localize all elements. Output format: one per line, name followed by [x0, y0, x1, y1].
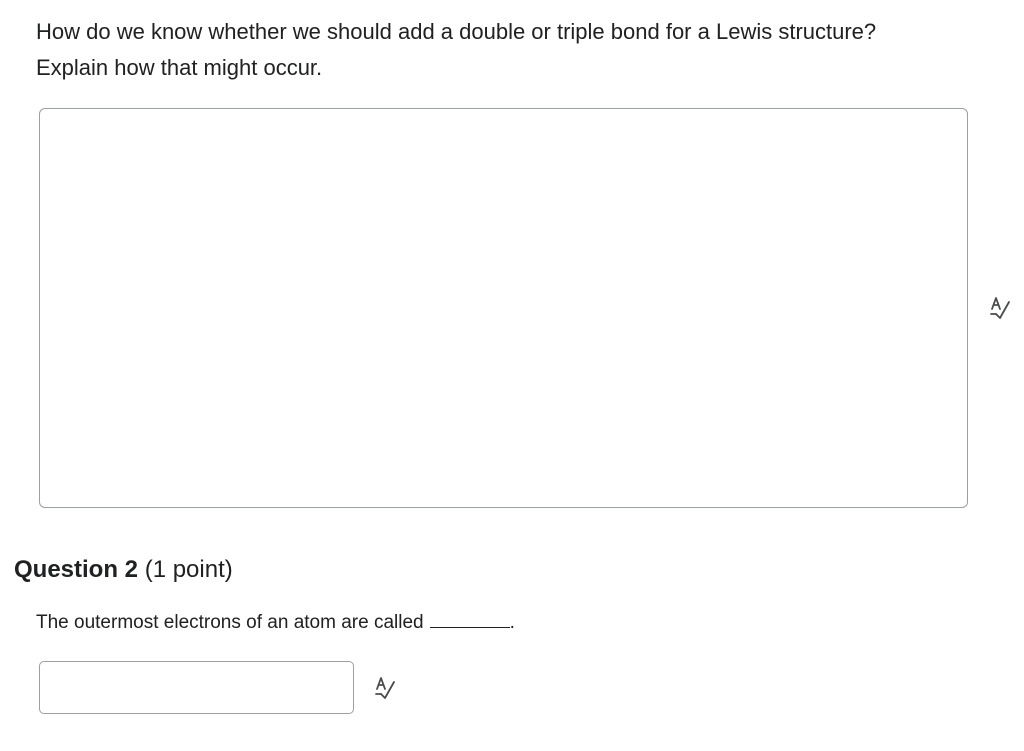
spellcheck-icon[interactable] — [371, 674, 399, 702]
fill-in-blank-line — [429, 609, 510, 628]
question-2-prompt-end: . — [509, 612, 515, 633]
spellcheck-icon-glyph — [990, 297, 1010, 319]
question-2-points: (1 point) — [144, 556, 233, 583]
question-2-prompt-line: The outermost electrons of an atom are c… — [36, 609, 515, 636]
quiz-page: How do we know whether we should add a d… — [0, 0, 1024, 751]
question-2-heading: Question 2 (1 point) — [14, 554, 233, 586]
question-1-answer-textarea[interactable] — [39, 108, 968, 508]
question-1-prompt: How do we know whether we should add a d… — [36, 19, 877, 80]
spellcheck-icon-glyph — [375, 677, 395, 699]
question-2-prompt: The outermost electrons of an atom are c… — [36, 612, 424, 633]
question-2-number: Question 2 — [14, 556, 139, 583]
question-2-answer-input[interactable] — [39, 661, 354, 714]
spellcheck-icon[interactable] — [986, 294, 1014, 322]
